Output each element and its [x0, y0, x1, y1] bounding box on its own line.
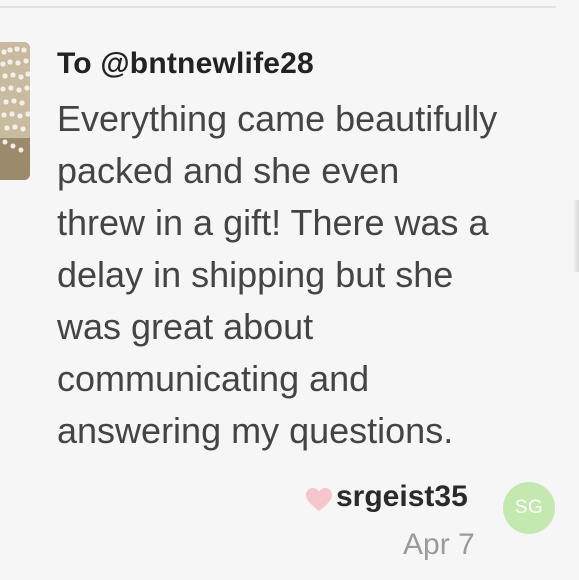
- review-comment: Everything came beautifully packed and s…: [57, 93, 567, 457]
- author-username[interactable]: srgeist35: [336, 480, 468, 514]
- comment-line: delay in shipping but she: [57, 254, 454, 295]
- comment-line: Everything came beautifully: [57, 98, 498, 139]
- review-date: Apr 7: [403, 528, 475, 561]
- heart-icon[interactable]: [306, 488, 332, 512]
- comment-line: packed and she even: [57, 150, 400, 191]
- comment-line: was great about: [57, 306, 314, 347]
- comment-line: answering my questions.: [57, 410, 454, 451]
- item-thumbnail[interactable]: [0, 42, 30, 180]
- divider: [0, 6, 556, 8]
- comment-line: threw in a gift! There was a: [57, 202, 489, 243]
- scroll-edge: [573, 200, 579, 272]
- avatar[interactable]: SG: [503, 482, 555, 534]
- comment-line: communicating and: [57, 358, 370, 399]
- review-card: To @bntnewlife28 Everything came beautif…: [0, 0, 579, 580]
- review-recipient[interactable]: To @bntnewlife28: [57, 47, 314, 81]
- pearl-necklace-image: [0, 42, 30, 180]
